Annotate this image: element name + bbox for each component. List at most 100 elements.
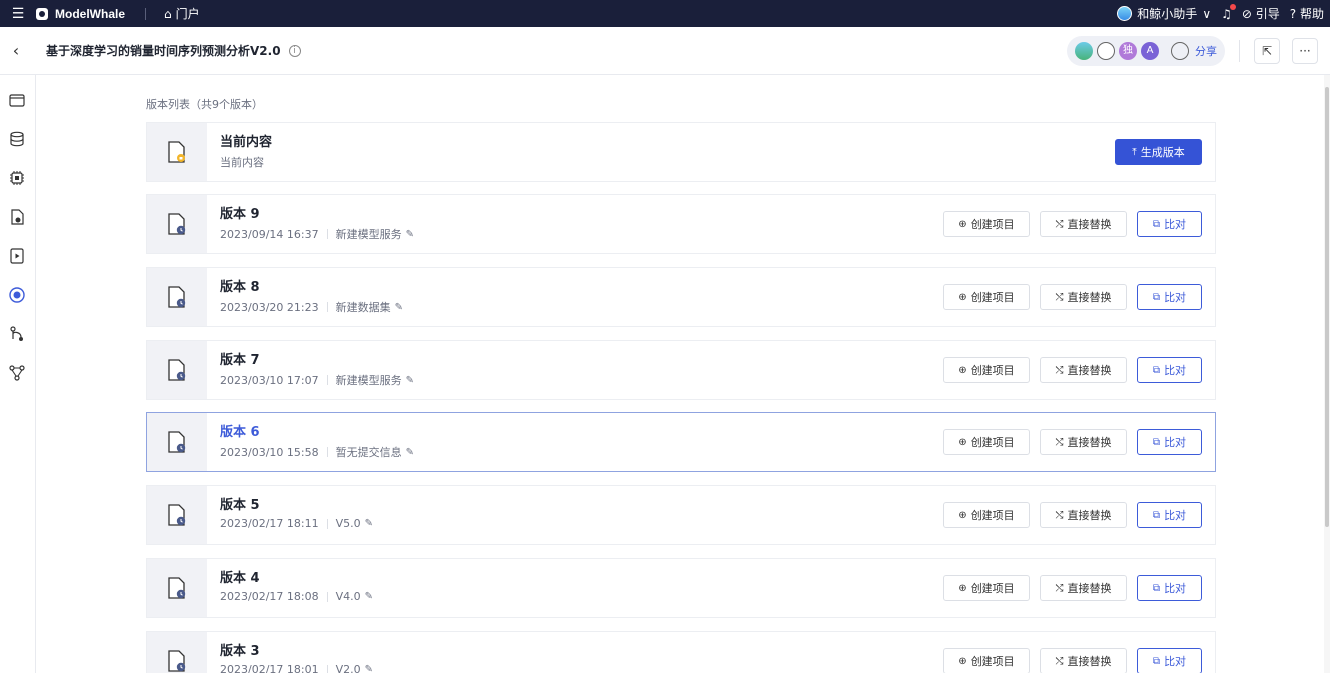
compare-button[interactable]: ⧉ 比对 bbox=[1137, 575, 1202, 601]
scrollbar-thumb[interactable] bbox=[1325, 87, 1329, 527]
version-card[interactable]: 版本 9 2023/09/14 16:37 新建模型服务 ✎ ⊕ 创建项目 ⤭ 直接替换 ⧉ 比对 bbox=[146, 194, 1216, 254]
more-button[interactable]: ··· bbox=[1292, 37, 1318, 64]
meta-divider bbox=[326, 375, 328, 385]
info-icon[interactable]: i bbox=[288, 44, 301, 57]
swap-icon: ⤭ bbox=[1055, 291, 1064, 303]
version-date: 2023/03/10 17:07 bbox=[220, 373, 319, 387]
play-file-icon[interactable] bbox=[8, 247, 26, 265]
file-clock-icon bbox=[147, 341, 207, 399]
assistant-label: 和鲸小助手 bbox=[1137, 7, 1198, 21]
add-user-icon bbox=[1171, 41, 1189, 60]
back-arrow-icon[interactable]: ‹ bbox=[0, 41, 32, 60]
replace-button[interactable]: ⤭ 直接替换 bbox=[1040, 502, 1127, 528]
create-project-button[interactable]: ⊕ 创建项目 bbox=[943, 284, 1030, 310]
page-title: 基于深度学习的销量时间序列预测分析V2.0 bbox=[46, 44, 281, 58]
guide-label: 引导 bbox=[1255, 7, 1280, 21]
menu-icon[interactable]: ☰ bbox=[0, 6, 36, 22]
git-branch-icon[interactable] bbox=[8, 325, 26, 343]
workflow-icon[interactable] bbox=[8, 364, 26, 382]
edit-pencil-icon[interactable]: ✎ bbox=[406, 375, 414, 386]
replace-button[interactable]: ⤭ 直接替换 bbox=[1040, 284, 1127, 310]
version-note: 新建模型服务 bbox=[335, 374, 402, 387]
create-project-button[interactable]: ⊕ 创建项目 bbox=[943, 502, 1030, 528]
brand-logo[interactable]: ModelWhale bbox=[36, 7, 125, 21]
help-link[interactable]: ? 帮助 bbox=[1290, 5, 1324, 22]
plus-circle-icon: ⊕ bbox=[958, 364, 967, 376]
create-project-button[interactable]: ⊕ 创建项目 bbox=[943, 575, 1030, 601]
replace-button[interactable]: ⤭ 直接替换 bbox=[1040, 575, 1127, 601]
version-name: 版本 5 bbox=[220, 498, 260, 513]
notification-bell-icon[interactable]: ♫ bbox=[1221, 3, 1236, 21]
compare-icon: ⧉ bbox=[1152, 291, 1161, 303]
top-nav-bar: ☰ ModelWhale ⌂ 门户 和鲸小助手 ∨ ♫ ⊘ 引导 ? 帮助 bbox=[0, 0, 1330, 27]
plus-circle-icon: ⊕ bbox=[958, 436, 967, 448]
replace-button[interactable]: ⤭ 直接替换 bbox=[1040, 648, 1127, 673]
export-icon: ⇱ bbox=[1261, 43, 1273, 58]
compare-button[interactable]: ⧉ 比对 bbox=[1137, 502, 1202, 528]
version-date: 2023/02/17 18:01 bbox=[220, 663, 319, 673]
file-clock-icon bbox=[147, 632, 207, 673]
create-project-label: 创建项目 bbox=[970, 436, 1015, 449]
collaborators-group[interactable]: 独 A 分享 bbox=[1067, 35, 1225, 66]
compare-button[interactable]: ⧉ 比对 bbox=[1137, 284, 1202, 310]
version-date: 2023/02/17 18:08 bbox=[220, 590, 319, 603]
version-card[interactable]: 版本 3 2023/02/17 18:01 V2.0 ✎ ⊕ 创建项目 ⤭ 直接替换 ⧉ 比对 bbox=[146, 631, 1216, 673]
replace-label: 直接替换 bbox=[1067, 509, 1112, 522]
compare-icon: ⧉ bbox=[1152, 364, 1161, 376]
swap-icon: ⤭ bbox=[1055, 582, 1064, 594]
compare-button[interactable]: ⧉ 比对 bbox=[1137, 211, 1202, 237]
replace-button[interactable]: ⤭ 直接替换 bbox=[1040, 357, 1127, 383]
create-project-button[interactable]: ⊕ 创建项目 bbox=[943, 357, 1030, 383]
chip-icon[interactable] bbox=[8, 169, 26, 187]
edit-pencil-icon[interactable]: ✎ bbox=[365, 664, 373, 673]
assistant-menu[interactable]: 和鲸小助手 ∨ bbox=[1117, 5, 1211, 22]
compare-button[interactable]: ⧉ 比对 bbox=[1137, 429, 1202, 455]
replace-label: 直接替换 bbox=[1067, 218, 1112, 231]
version-card[interactable]: 版本 4 2023/02/17 18:08 V4.0 ✎ ⊕ 创建项目 ⤭ 直接替换 ⧉ 比对 bbox=[146, 558, 1216, 618]
share-label: 分享 bbox=[1195, 44, 1217, 58]
meta-divider bbox=[326, 302, 328, 312]
version-history-icon[interactable] bbox=[8, 286, 26, 304]
compare-label: 比对 bbox=[1164, 509, 1187, 522]
version-date: 2023/02/17 18:11 bbox=[220, 517, 319, 530]
edit-pencil-icon[interactable]: ✎ bbox=[406, 229, 414, 240]
guide-link[interactable]: ⊘ 引导 bbox=[1242, 5, 1280, 22]
edit-pencil-icon[interactable]: ✎ bbox=[406, 447, 414, 458]
assistant-avatar bbox=[1117, 6, 1133, 21]
page-scrollbar[interactable] bbox=[1324, 75, 1330, 673]
compare-button[interactable]: ⧉ 比对 bbox=[1137, 648, 1202, 673]
version-card[interactable]: 版本 6 2023/03/10 15:58 暂无提交信息 ✎ ⊕ 创建项目 ⤭ 直接替换 ⧉ 比对 bbox=[146, 412, 1216, 472]
version-note: V5.0 bbox=[335, 517, 361, 530]
version-card[interactable]: 版本 7 2023/03/10 17:07 新建模型服务 ✎ ⊕ 创建项目 ⤭ 直接替换 ⧉ 比对 bbox=[146, 340, 1216, 400]
folder-icon[interactable] bbox=[8, 91, 26, 109]
portal-link[interactable]: ⌂ 门户 bbox=[164, 5, 200, 22]
replace-button[interactable]: ⤭ 直接替换 bbox=[1040, 211, 1127, 237]
compare-button[interactable]: ⧉ 比对 bbox=[1137, 357, 1202, 383]
meta-divider bbox=[326, 229, 328, 239]
file-user-icon[interactable] bbox=[8, 208, 26, 226]
replace-label: 直接替换 bbox=[1067, 655, 1112, 668]
export-button[interactable]: ⇱ bbox=[1254, 37, 1280, 64]
database-icon[interactable] bbox=[8, 130, 26, 148]
compass-icon: ⊘ bbox=[1241, 7, 1252, 21]
compare-icon: ⧉ bbox=[1152, 218, 1161, 230]
compare-icon: ⧉ bbox=[1152, 655, 1161, 667]
replace-button[interactable]: ⤭ 直接替换 bbox=[1040, 429, 1127, 455]
generate-version-button[interactable]: ⤒ 生成版本 bbox=[1115, 139, 1202, 165]
edit-pencil-icon[interactable]: ✎ bbox=[365, 518, 373, 529]
replace-label: 直接替换 bbox=[1067, 364, 1112, 377]
swap-icon: ⤭ bbox=[1055, 509, 1064, 521]
create-project-button[interactable]: ⊕ 创建项目 bbox=[943, 211, 1030, 237]
compare-icon: ⧉ bbox=[1152, 509, 1161, 521]
create-project-button[interactable]: ⊕ 创建项目 bbox=[943, 648, 1030, 673]
file-clock-icon bbox=[147, 486, 207, 544]
notification-dot bbox=[1229, 3, 1236, 10]
compare-icon: ⧉ bbox=[1152, 436, 1161, 448]
edit-pencil-icon[interactable]: ✎ bbox=[395, 302, 403, 313]
create-project-button[interactable]: ⊕ 创建项目 bbox=[943, 429, 1030, 455]
edit-pencil-icon[interactable]: ✎ bbox=[365, 591, 373, 602]
replace-label: 直接替换 bbox=[1067, 436, 1112, 449]
version-card[interactable]: 版本 5 2023/02/17 18:11 V5.0 ✎ ⊕ 创建项目 ⤭ 直接替换 ⧉ 比对 bbox=[146, 485, 1216, 545]
meta-divider bbox=[326, 591, 328, 602]
version-card[interactable]: 版本 8 2023/03/20 21:23 新建数据集 ✎ ⊕ 创建项目 ⤭ 直接替换 ⧉ 比对 bbox=[146, 267, 1216, 327]
